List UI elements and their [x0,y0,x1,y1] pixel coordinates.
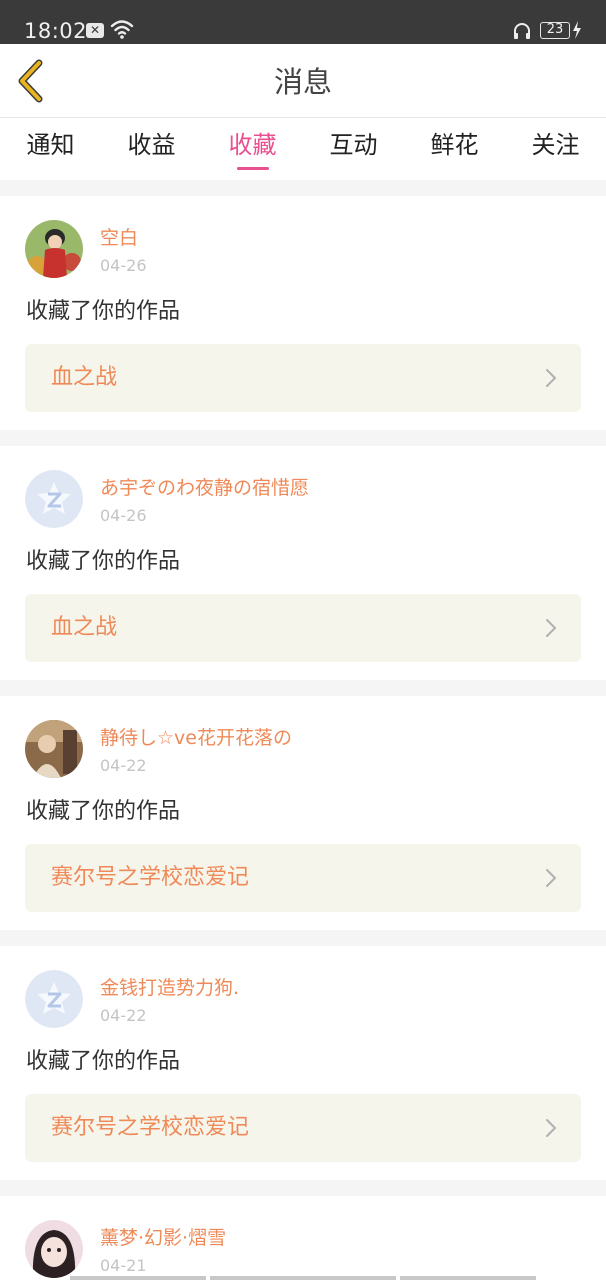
divider [210,1276,396,1280]
avatar[interactable] [25,1220,83,1278]
tab-label: 通知 [26,131,75,159]
tab-label: 收藏 [228,131,277,159]
work-link[interactable]: 赛尔号之学校恋爱记 [25,844,581,912]
user-name[interactable]: 空白 [100,226,138,250]
action-text: 收藏了你的作品 [26,799,181,824]
list-item: 金钱打造势力狗. 04-22 收藏了你的作品 赛尔号之学校恋爱记 [0,946,606,1180]
battery-level: 23 [540,22,570,39]
divider [400,1276,536,1280]
tab-label: 收益 [127,131,176,159]
active-tab-indicator [236,167,269,170]
bolt-icon [573,21,581,39]
headset-icon [514,23,530,39]
list-item: あ宇ぞのわ夜静の宿惜愿 04-26 收藏了你的作品 血之战 [0,446,606,680]
avatar[interactable] [25,220,83,278]
chevron-right-icon [546,369,557,387]
tab-label: 鲜花 [430,131,479,159]
work-title: 赛尔号之学校恋爱记 [51,1115,250,1140]
action-text: 收藏了你的作品 [26,549,181,574]
user-name[interactable]: 薰梦·幻影·熠雪 [100,1226,226,1250]
user-name[interactable]: 静待し☆ve花开花落の [100,726,292,750]
work-link[interactable]: 赛尔号之学校恋爱记 [25,1094,581,1162]
work-title: 血之战 [51,615,118,640]
header-bar: 消息 [0,44,606,118]
avatar[interactable] [25,720,83,778]
page-title: 消息 [273,65,332,99]
tab-follows[interactable]: 关注 [505,118,606,180]
list-item: 薰梦·幻影·熠雪 04-21 [0,1196,606,1280]
chevron-right-icon [546,869,557,887]
item-date: 04-22 [100,756,147,775]
tab-label: 互动 [329,131,378,159]
item-date: 04-21 [100,1256,147,1275]
chevron-right-icon [546,1119,557,1137]
work-link[interactable]: 血之战 [25,594,581,662]
avatar[interactable] [25,970,83,1028]
tab-favorites[interactable]: 收藏 [202,118,303,180]
list-item: 静待し☆ve花开花落の 04-22 收藏了你的作品 赛尔号之学校恋爱记 [0,696,606,930]
tab-flowers[interactable]: 鲜花 [404,118,505,180]
work-title: 血之战 [51,365,118,390]
status-time: 18:02 [24,19,88,43]
wifi-icon [110,20,134,39]
item-date: 04-22 [100,1006,147,1025]
chevron-right-icon [546,619,557,637]
tab-label: 关注 [531,131,580,159]
action-text: 收藏了你的作品 [26,299,181,324]
divider [70,1276,206,1280]
action-text: 收藏了你的作品 [26,1049,181,1074]
list-item: 空白 04-26 收藏了你的作品 血之战 [0,196,606,430]
close-box-icon: ✕ [86,23,104,38]
item-date: 04-26 [100,506,147,525]
tab-notifications[interactable]: 通知 [0,118,101,180]
user-name[interactable]: 金钱打造势力狗. [100,976,239,1000]
item-date: 04-26 [100,256,147,275]
work-link[interactable]: 血之战 [25,344,581,412]
avatar[interactable] [25,470,83,528]
status-bar: 18:02 ✕ 23 [0,0,606,44]
work-title: 赛尔号之学校恋爱记 [51,865,250,890]
tab-bar: 通知 收益 收藏 互动 鲜花 关注 [0,118,606,180]
tab-interactions[interactable]: 互动 [303,118,404,180]
tab-earnings[interactable]: 收益 [101,118,202,180]
user-name[interactable]: あ宇ぞのわ夜静の宿惜愿 [100,476,309,500]
